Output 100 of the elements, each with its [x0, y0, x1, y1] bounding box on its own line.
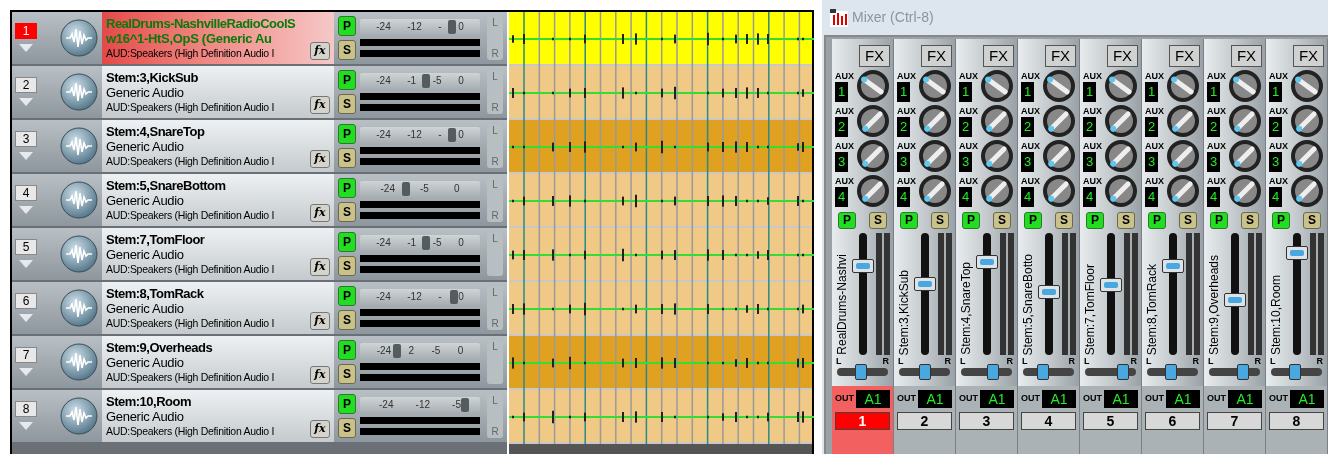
scale-label: 0 — [458, 129, 464, 141]
channel-name: Stem:3,KickSub — [897, 269, 911, 355]
scale-label: -5 — [431, 345, 441, 357]
out-label: OUT — [835, 392, 854, 406]
track-type: Generic Audio — [106, 354, 185, 370]
pan-label: L — [1208, 357, 1214, 366]
aux-label: AUX — [1145, 70, 1164, 81]
pan-label: R — [944, 357, 951, 366]
pan-label: L — [1270, 357, 1276, 366]
aux-label: AUX — [959, 140, 978, 151]
channel-name: Stem:10,Room — [1269, 274, 1283, 355]
channel-name: Stem:9,Overheads — [1207, 254, 1221, 355]
aux-number: 3 — [1145, 151, 1158, 172]
scale-label: -1 — [407, 237, 417, 249]
aux-number: 1 — [1083, 81, 1096, 102]
aux-label: AUX — [959, 70, 978, 81]
track-name: Stem:9,Overheads — [106, 339, 214, 355]
pan-label: R — [882, 357, 889, 366]
scale-label: 2 — [408, 345, 415, 357]
scale-label: -24 — [376, 129, 391, 141]
channel-name: Stem:8,TomRack — [1145, 263, 1159, 355]
pan-label: R — [1068, 357, 1075, 366]
scale-label: -24 — [376, 21, 391, 33]
aux-number: 3 — [959, 151, 972, 172]
out-label: OUT — [1207, 392, 1226, 406]
track-output: AUD:Speakers (High Definition Audio I — [106, 99, 276, 115]
track-output: AUD:Speakers (High Definition Audio I — [106, 153, 276, 169]
aux-number: 1 — [835, 81, 848, 102]
track-output: AUD:Speakers (High Definition Audio I — [106, 423, 276, 439]
scale-label: 0 — [458, 75, 464, 87]
scale-label: -1 — [407, 75, 417, 87]
out-label: OUT — [1021, 392, 1040, 406]
aux-label: AUX — [897, 105, 916, 116]
window-title: Mixer (Ctrl-8) — [852, 8, 934, 27]
aux-label: AUX — [1207, 70, 1226, 81]
track-type: Generic Audio — [106, 138, 184, 154]
aux-label: AUX — [835, 105, 854, 116]
aux-label: AUX — [959, 175, 978, 186]
scale-label: -24 — [376, 237, 391, 249]
scale-label: -12 — [407, 21, 422, 33]
out-label: OUT — [959, 392, 978, 406]
scale-label: -24 — [376, 75, 391, 87]
aux-number: 1 — [897, 81, 910, 102]
aux-label: AUX — [1269, 175, 1288, 186]
pan-label: R — [1254, 357, 1261, 366]
aux-label: AUX — [1207, 140, 1226, 151]
aux-number: 4 — [1269, 186, 1282, 207]
scale-label: - — [438, 21, 442, 33]
scale-label: -24 — [376, 345, 392, 357]
aux-label: AUX — [1021, 105, 1040, 116]
aux-number: 2 — [1269, 116, 1282, 137]
channel-name: Stem:4,SnareTop — [959, 262, 973, 355]
pan-label: R — [1130, 357, 1137, 366]
aux-label: AUX — [1083, 175, 1102, 186]
aux-label: AUX — [1021, 175, 1040, 186]
pan-label: R — [1006, 357, 1013, 366]
track-name: Stem:10,Room — [106, 393, 193, 409]
scale-label: -5 — [432, 237, 442, 249]
aux-number: 2 — [1207, 116, 1220, 137]
channel-name: Stem:5,SnareBotto — [1021, 253, 1035, 355]
aux-number: 4 — [1207, 186, 1220, 207]
aux-number: 4 — [1083, 186, 1096, 207]
aux-number: 4 — [1021, 186, 1034, 207]
pan-label: L — [960, 357, 966, 366]
track-type: Generic Audio — [106, 246, 185, 262]
track-output: AUD:Speakers (High Definition Audio I — [106, 46, 276, 61]
aux-label: AUX — [1145, 105, 1164, 116]
aux-number: 1 — [1145, 81, 1158, 102]
track-type: Generic Audio — [106, 84, 185, 100]
scale-label: -24 — [380, 183, 395, 195]
aux-label: AUX — [897, 140, 916, 151]
aux-label: AUX — [1145, 140, 1164, 151]
track-output: AUD:Speakers (High Definition Audio I — [106, 207, 276, 223]
pan-label: R — [1192, 357, 1199, 366]
aux-number: 2 — [897, 116, 910, 137]
aux-number: 4 — [1145, 186, 1158, 207]
track-type: Generic Audio — [106, 192, 185, 208]
aux-label: AUX — [1269, 105, 1288, 116]
track-name: Stem:4,SnareTop — [106, 123, 206, 139]
out-label: OUT — [897, 392, 916, 406]
aux-number: 2 — [959, 116, 972, 137]
aux-label: AUX — [1083, 105, 1102, 116]
aux-label: AUX — [1269, 140, 1288, 151]
aux-label: AUX — [1145, 175, 1164, 186]
aux-number: 2 — [1021, 116, 1034, 137]
aux-number: 1 — [959, 81, 972, 102]
scale-label: 0 — [458, 237, 464, 249]
aux-label: AUX — [835, 70, 854, 81]
scale-label: 0 — [458, 21, 464, 33]
aux-number: 4 — [835, 186, 848, 207]
track-name: RealDrums-NashvilleRadioCoolS — [106, 15, 297, 31]
track-type: Generic Audio — [106, 300, 185, 316]
aux-label: AUX — [897, 175, 916, 186]
scale-label: -12 — [407, 291, 422, 303]
aux-number: 3 — [1207, 151, 1220, 172]
track-name: Stem:5,SnareBottom — [106, 177, 227, 193]
aux-number: 3 — [835, 151, 848, 172]
aux-label: AUX — [1207, 105, 1226, 116]
scale-label: 0 — [457, 345, 464, 357]
pan-label: L — [1022, 357, 1028, 366]
